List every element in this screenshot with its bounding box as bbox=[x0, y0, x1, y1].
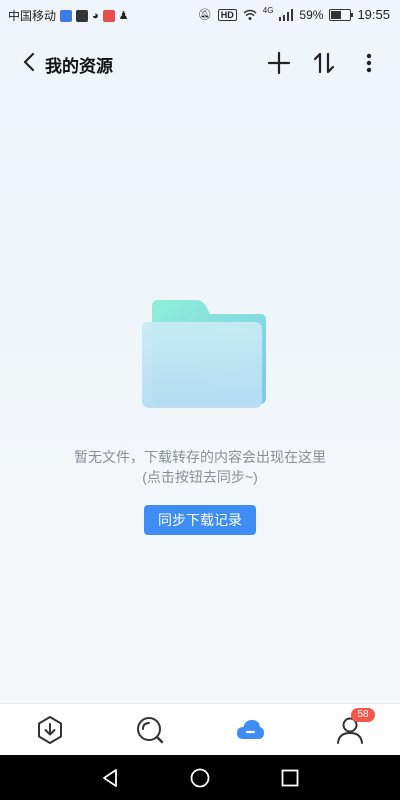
system-nav-bar bbox=[0, 755, 400, 800]
empty-message: 暂无文件，下载转存的内容会出现在这里 bbox=[74, 449, 326, 465]
nav-home-icon[interactable] bbox=[189, 767, 211, 789]
more-icon[interactable] bbox=[356, 50, 382, 76]
status-bar: 中国移动 ◕ ♟ 🔕︎ HD 4G 59% 19:55 bbox=[0, 0, 400, 28]
qq-icon: ♟ bbox=[118, 10, 129, 22]
cloud-icon[interactable] bbox=[234, 714, 266, 746]
carrier-label: 中国移动 bbox=[8, 9, 57, 23]
mute-icon: 🔕︎ bbox=[197, 9, 212, 21]
battery-icon bbox=[329, 8, 354, 21]
sync-download-records-button[interactable]: 同步下载记录 bbox=[144, 505, 256, 535]
battery-fill bbox=[331, 10, 342, 19]
wechat-icon: ◕ bbox=[92, 9, 99, 22]
empty-folder-illustration bbox=[142, 300, 266, 408]
back-icon[interactable] bbox=[18, 50, 42, 74]
empty-hint: (点击按钮去同步~) bbox=[142, 469, 258, 485]
clock: 19:55 bbox=[357, 7, 390, 22]
profile-badge: 58 bbox=[351, 708, 375, 722]
header-bar: 我的资源 bbox=[0, 40, 400, 86]
signal-icon bbox=[279, 8, 294, 21]
app-notification-icon bbox=[60, 9, 73, 22]
nav-back-icon[interactable] bbox=[99, 767, 121, 789]
app-notification-icon bbox=[102, 9, 115, 22]
page-title: 我的资源 bbox=[45, 57, 113, 76]
plus-icon[interactable] bbox=[266, 50, 292, 76]
battery-percent: 59% bbox=[299, 7, 324, 22]
network-type-label: 4G bbox=[262, 6, 274, 15]
hd-icon: HD bbox=[217, 8, 237, 21]
bottom-nav bbox=[0, 703, 400, 756]
download-icon[interactable] bbox=[34, 714, 66, 746]
sort-icon[interactable] bbox=[311, 50, 337, 76]
discover-icon[interactable] bbox=[134, 714, 166, 746]
app-notification-icon bbox=[76, 9, 89, 22]
wifi-icon bbox=[243, 9, 257, 20]
nav-recents-icon[interactable] bbox=[279, 767, 301, 789]
